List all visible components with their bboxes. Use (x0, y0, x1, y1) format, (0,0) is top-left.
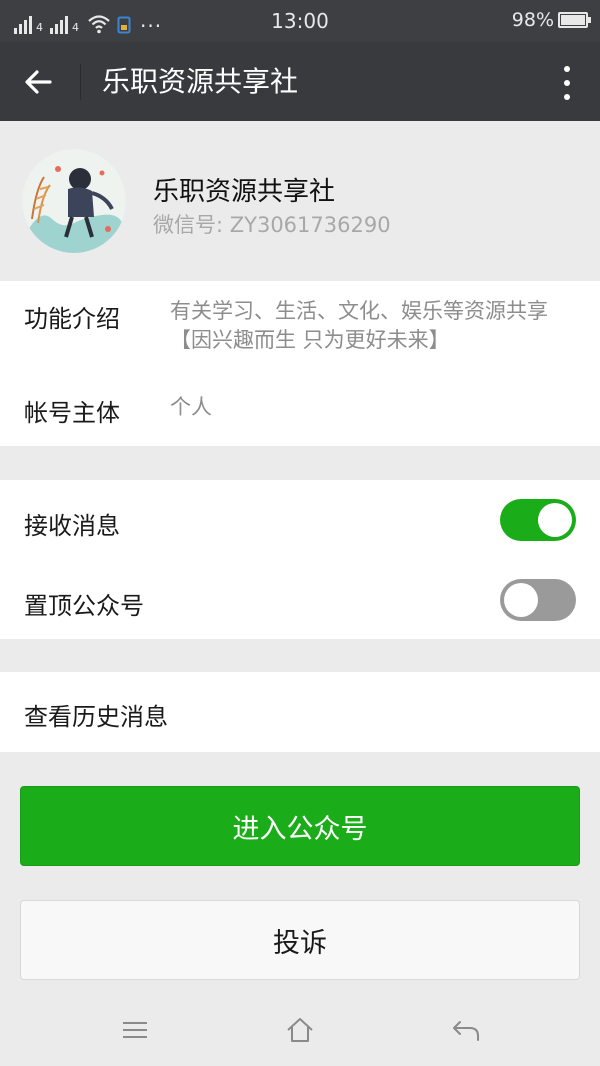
page-title: 乐职资源共享社 (102, 65, 299, 98)
status-bar: 4 4 ··· 13:00 98% (0, 0, 600, 42)
avatar-illustration (22, 149, 126, 253)
status-time: 13:00 (271, 9, 329, 33)
receive-messages-label: 接收消息 (24, 512, 120, 540)
status-right: 98% (511, 9, 591, 31)
toggle-knob (504, 583, 538, 617)
history-row[interactable]: 查看历史消息 (0, 672, 600, 752)
battery-percent: 98% (511, 9, 554, 31)
home-icon[interactable] (284, 1016, 316, 1044)
account-header: 乐职资源共享社 微信号: ZY3061736290 (0, 121, 600, 281)
intro-value: 有关学习、生活、文化、娱乐等资源共享【因兴趣而生 只为更好未来】 (170, 299, 548, 352)
intro-label: 功能介绍 (24, 305, 120, 333)
system-nav-bar (0, 996, 600, 1066)
toggle-knob (538, 503, 572, 537)
navbar: 乐职资源共享社 (0, 42, 600, 121)
more-vertical-icon[interactable] (560, 64, 574, 102)
info-group: 功能介绍 有关学习、生活、文化、娱乐等资源共享【因兴趣而生 只为更好未来】 帐号… (0, 281, 600, 446)
avatar[interactable] (22, 149, 126, 253)
settings-group: 接收消息 置顶公众号 (0, 480, 600, 639)
battery-icon (558, 12, 591, 28)
receive-messages-toggle[interactable] (500, 499, 576, 541)
enter-account-button[interactable]: 进入公众号 (20, 786, 580, 866)
wechat-id: 微信号: ZY3061736290 (153, 213, 391, 237)
return-icon[interactable] (450, 1016, 482, 1044)
pin-account-toggle[interactable] (500, 579, 576, 621)
pin-account-label: 置顶公众号 (24, 592, 144, 620)
nav-divider (80, 64, 81, 100)
history-label: 查看历史消息 (24, 703, 168, 731)
back-arrow-icon[interactable] (20, 62, 60, 102)
account-name: 乐职资源共享社 (153, 177, 336, 207)
menu-icon[interactable] (119, 1016, 151, 1044)
complain-button[interactable]: 投诉 (20, 900, 580, 980)
owner-value: 个人 (170, 395, 212, 419)
owner-label: 帐号主体 (24, 399, 120, 427)
